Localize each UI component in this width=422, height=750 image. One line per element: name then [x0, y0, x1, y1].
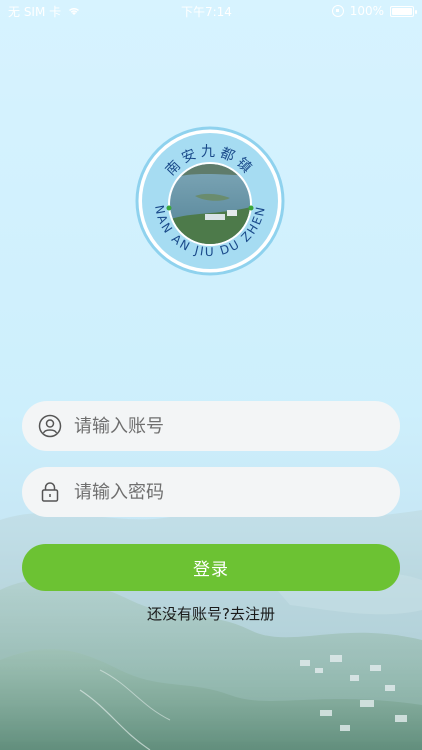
- rotation-lock-icon: [331, 5, 344, 17]
- carrier-label: 无 SIM 卡: [8, 4, 62, 19]
- town-logo: 南安九都镇 NAN AN JIU DU ZHEN: [135, 126, 285, 276]
- password-input[interactable]: [74, 472, 374, 512]
- battery-icon: [390, 5, 417, 17]
- battery-percent-label: 100%: [349, 4, 384, 18]
- login-button[interactable]: 登录: [22, 544, 400, 591]
- status-right: 100%: [331, 4, 417, 18]
- user-icon: [38, 414, 62, 438]
- status-left: 无 SIM 卡: [8, 3, 81, 20]
- login-button-label: 登录: [193, 560, 229, 580]
- lock-icon: [38, 480, 62, 504]
- status-bar: 无 SIM 卡 下午7:14 100%: [0, 0, 422, 22]
- battery-fill: [392, 7, 412, 15]
- account-field[interactable]: [22, 401, 400, 451]
- account-input[interactable]: [74, 406, 374, 446]
- register-link[interactable]: 还没有账号?去注册: [0, 603, 422, 624]
- clock-label: 下午7:14: [180, 4, 232, 19]
- wifi-icon: [67, 6, 81, 16]
- password-field[interactable]: [22, 467, 400, 517]
